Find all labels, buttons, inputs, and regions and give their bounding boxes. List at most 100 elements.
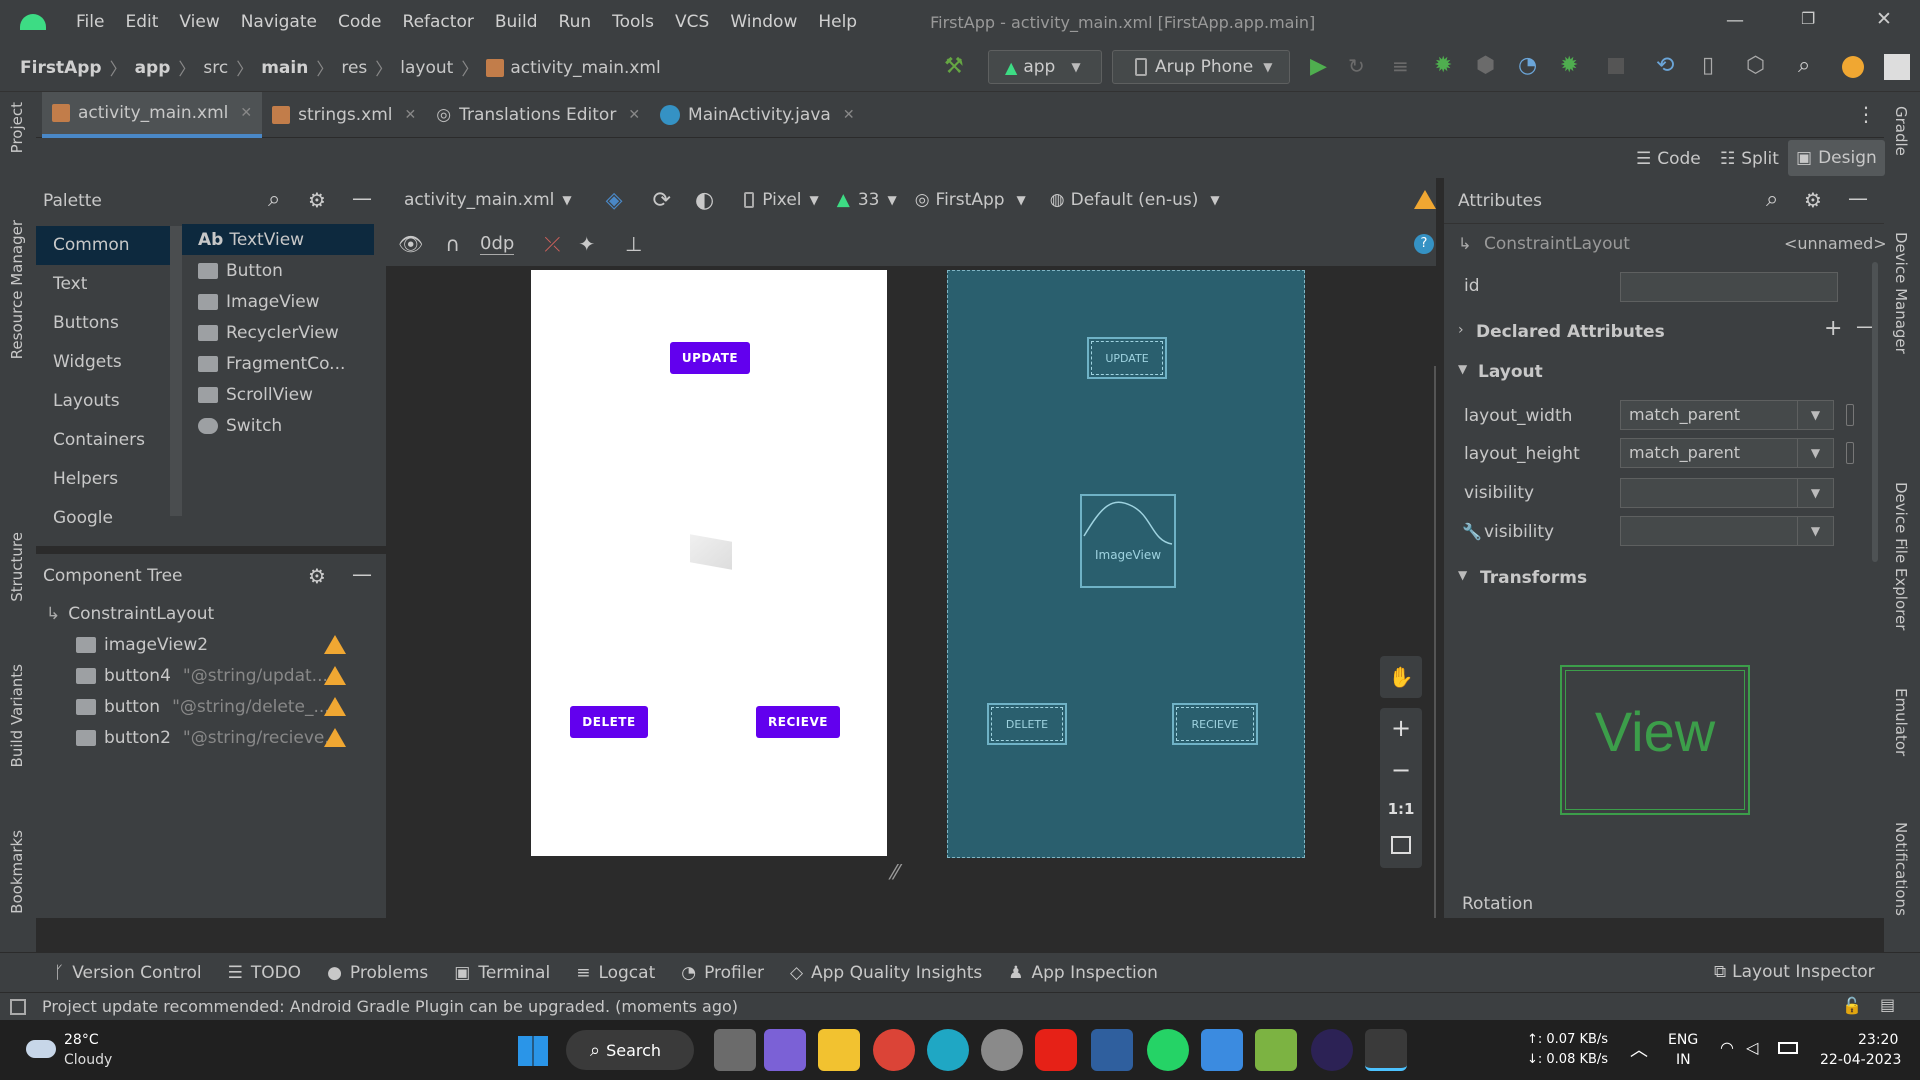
guidelines-icon[interactable]: ⊥: [625, 232, 642, 256]
breadcrumb-project[interactable]: FirstApp: [20, 58, 102, 78]
visibility-dropdown[interactable]: ▼: [1620, 478, 1834, 508]
clock-time[interactable]: 23:20: [1858, 1032, 1898, 1048]
widget-fragmentcontainer[interactable]: FragmentCo...: [182, 348, 374, 379]
tab-strings[interactable]: strings.xml ✕: [262, 92, 426, 138]
delete-button-blueprint[interactable]: DELETE: [987, 703, 1067, 745]
pan-hand-icon[interactable]: ✋: [1380, 656, 1422, 698]
tool-problems[interactable]: ● Problems: [327, 963, 428, 983]
warning-icon[interactable]: [324, 635, 346, 654]
menu-file[interactable]: File: [76, 12, 104, 32]
widget-recyclerview[interactable]: RecyclerView: [182, 317, 374, 348]
close-tab-icon[interactable]: ✕: [240, 105, 252, 121]
eclipse-icon[interactable]: [1311, 1029, 1353, 1071]
breadcrumb-layout[interactable]: layout: [400, 58, 453, 78]
split-mode-button[interactable]: ☷ Split: [1720, 144, 1779, 174]
avatar[interactable]: [1884, 54, 1910, 80]
tool-device-manager[interactable]: Device Manager: [1892, 232, 1910, 354]
edge-icon[interactable]: [927, 1029, 969, 1071]
layout-width-dropdown[interactable]: match_parent ▼: [1620, 400, 1834, 430]
zoom-out-icon[interactable]: −: [1380, 756, 1422, 784]
minimize-panel-icon[interactable]: —: [352, 562, 372, 586]
stop-icon[interactable]: [1608, 58, 1624, 74]
zoom-one-to-one[interactable]: 1:1: [1380, 800, 1422, 818]
menu-help[interactable]: Help: [818, 12, 857, 32]
breadcrumb-src[interactable]: src: [203, 58, 228, 78]
tool-gradle[interactable]: Gradle: [1892, 106, 1910, 156]
layout-height-dropdown[interactable]: match_parent ▼: [1620, 438, 1834, 468]
recieve-button-blueprint[interactable]: RECIEVE: [1172, 703, 1258, 745]
settings-icon[interactable]: [981, 1029, 1023, 1071]
category-buttons[interactable]: Buttons: [36, 304, 170, 343]
zoom-in-icon[interactable]: +: [1380, 714, 1422, 742]
windows-start-icon[interactable]: [518, 1036, 548, 1066]
lock-icon[interactable]: 🔓: [1842, 996, 1862, 1015]
menu-build[interactable]: Build: [495, 12, 538, 32]
api-selector[interactable]: ▲ 33 ▼: [837, 190, 897, 210]
category-text[interactable]: Text: [36, 265, 170, 304]
tools-visibility-dropdown[interactable]: ▼: [1620, 516, 1834, 546]
widget-imageview[interactable]: ImageView: [182, 286, 374, 317]
tree-root[interactable]: ↳ ConstraintLayout: [36, 598, 386, 629]
design-preview[interactable]: UPDATE DELETE RECIEVE: [531, 270, 887, 856]
attach-debugger-icon[interactable]: ⬢: [1476, 53, 1495, 78]
layout-width-edit-handle[interactable]: [1846, 404, 1854, 426]
delete-button-preview[interactable]: DELETE: [570, 706, 648, 738]
device-preview-selector[interactable]: Pixel ▼: [744, 190, 819, 210]
widget-scrollview[interactable]: ScrollView: [182, 379, 374, 410]
warning-icon[interactable]: [324, 728, 346, 747]
search-icon[interactable]: ⌕: [1766, 187, 1778, 212]
profile-icon[interactable]: ◔: [1518, 53, 1537, 78]
warning-icon[interactable]: [324, 666, 346, 685]
status-toggle-icon[interactable]: [10, 998, 26, 1015]
youtube-icon[interactable]: [1035, 1029, 1077, 1071]
photos-icon[interactable]: [1201, 1029, 1243, 1071]
build-hammer-icon[interactable]: ⚒: [944, 54, 964, 79]
menu-view[interactable]: View: [179, 12, 219, 32]
task-view-icon[interactable]: [714, 1029, 756, 1071]
category-helpers[interactable]: Helpers: [36, 460, 170, 499]
gear-icon[interactable]: ⚙: [1804, 188, 1822, 212]
add-attribute-icon[interactable]: +: [1824, 316, 1842, 341]
locale-selector[interactable]: ◍ Default (en-us) ▼: [1050, 190, 1220, 210]
menu-tools[interactable]: Tools: [612, 12, 654, 32]
night-mode-icon[interactable]: ◐: [695, 188, 714, 213]
tool-notifications[interactable]: Notifications: [1892, 822, 1910, 916]
close-tab-icon[interactable]: ✕: [405, 107, 417, 123]
tool-device-file-explorer[interactable]: Device File Explorer: [1892, 482, 1910, 630]
category-common[interactable]: Common: [36, 226, 170, 265]
status-message[interactable]: Project update recommended: Android Grad…: [42, 997, 738, 1016]
tree-item-button2[interactable]: button2 "@string/recieve...: [36, 722, 386, 753]
more-options-icon[interactable]: ⋮: [1856, 102, 1876, 126]
debug-attach-icon[interactable]: ✹: [1560, 53, 1578, 78]
language-line1[interactable]: ENG: [1668, 1032, 1698, 1048]
update-icon[interactable]: [1842, 56, 1864, 78]
tool-layout-inspector[interactable]: ⧉ Layout Inspector: [1714, 962, 1875, 982]
minimize-icon[interactable]: —: [1726, 10, 1744, 31]
category-google[interactable]: Google: [36, 499, 170, 538]
menu-window[interactable]: Window: [730, 12, 797, 32]
default-margin[interactable]: 0dp: [480, 233, 515, 255]
widget-switch[interactable]: Switch: [182, 410, 374, 441]
breadcrumb-file[interactable]: activity_main.xml: [510, 58, 660, 78]
notepad-icon[interactable]: [1255, 1029, 1297, 1071]
canvas-scrollbar[interactable]: [1434, 366, 1436, 918]
category-containers[interactable]: Containers: [36, 421, 170, 460]
infer-constraints-icon[interactable]: ✦: [578, 232, 595, 256]
debug-icon[interactable]: ✹: [1434, 53, 1452, 78]
layout-height-edit-handle[interactable]: [1846, 442, 1854, 464]
app-icon[interactable]: [1091, 1029, 1133, 1071]
tool-todo[interactable]: ☰ TODO: [228, 963, 302, 983]
search-icon[interactable]: ⌕: [1798, 53, 1810, 78]
eye-icon[interactable]: 👁: [398, 232, 423, 256]
device-manager-icon[interactable]: ▯: [1702, 53, 1714, 78]
menu-navigate[interactable]: Navigate: [241, 12, 317, 32]
warning-icon[interactable]: [324, 697, 346, 716]
tab-translations-editor[interactable]: ◎ Translations Editor ✕: [426, 92, 650, 138]
layers-icon[interactable]: ◈: [606, 188, 623, 213]
search-icon[interactable]: ⌕: [268, 187, 280, 212]
run-icon[interactable]: ▶: [1310, 54, 1327, 79]
tool-project[interactable]: Project: [8, 102, 26, 153]
help-icon[interactable]: ?: [1414, 234, 1434, 254]
tool-app-quality-insights[interactable]: ◇ App Quality Insights: [790, 963, 982, 983]
tool-app-inspection[interactable]: ♟ App Inspection: [1008, 963, 1158, 983]
